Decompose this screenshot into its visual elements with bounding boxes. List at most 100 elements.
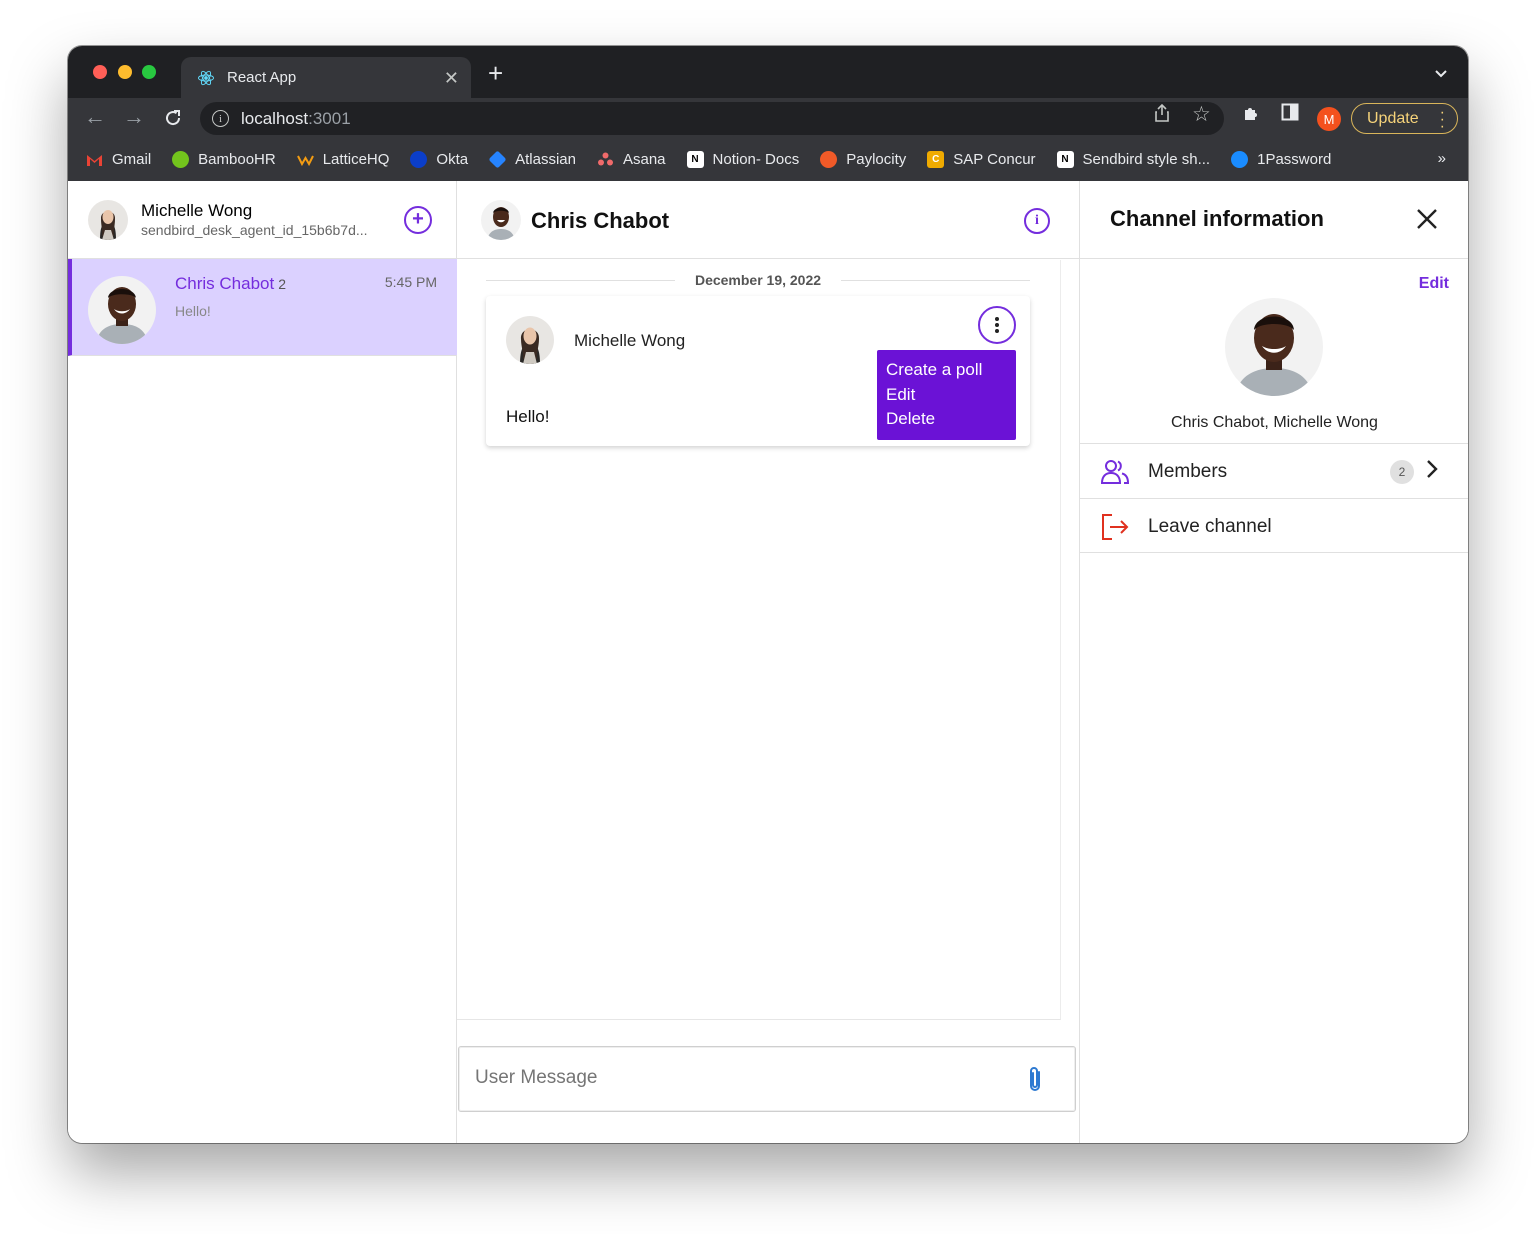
update-label: Update	[1367, 109, 1419, 127]
maximize-window-button[interactable]	[142, 65, 156, 79]
bookmark-label: Gmail	[112, 151, 152, 168]
bamboohr-icon	[172, 151, 190, 168]
dot	[995, 323, 999, 327]
edit-channel-link[interactable]: Edit	[1419, 275, 1449, 293]
bookmark-bamboohr[interactable]: BambooHR	[172, 151, 276, 168]
bookmark-sendbird-style-sh[interactable]: N Sendbird style sh...	[1056, 151, 1211, 168]
channel-avatar	[88, 276, 156, 344]
channel-name-text: Chris Chabot	[175, 274, 275, 293]
bookmark-asana[interactable]: Asana	[597, 151, 666, 168]
close-tab-icon[interactable]: ✕	[444, 68, 459, 89]
message-more-button[interactable]	[978, 306, 1016, 344]
bookmark-notion-docs[interactable]: N Notion- Docs	[686, 151, 800, 168]
bookmark-label: Atlassian	[515, 151, 576, 168]
bookmark-gmail[interactable]: Gmail	[86, 151, 151, 168]
atlassian-icon	[488, 150, 507, 169]
bookmark-atlassian[interactable]: Atlassian	[488, 150, 576, 169]
bookmark-latticehq[interactable]: LatticeHQ	[296, 151, 390, 168]
bookmark-label: Notion- Docs	[712, 151, 800, 168]
attachment-icon[interactable]	[1025, 1065, 1047, 1095]
channel-list-panel: Michelle Wong sendbird_desk_agent_id_15b…	[68, 181, 457, 1143]
forward-icon[interactable]: →	[122, 106, 146, 130]
members-row[interactable]: Members 2	[1080, 443, 1468, 498]
current-user-name: Michelle Wong	[141, 201, 253, 220]
back-icon[interactable]: ←	[83, 106, 107, 130]
bookmark-1password[interactable]: 1Password	[1231, 151, 1331, 168]
gmail-icon	[86, 151, 103, 168]
tab-search-icon[interactable]	[1434, 66, 1448, 84]
url-host: localhost	[241, 108, 309, 128]
tab-title: React App	[227, 69, 297, 86]
members-count-badge: 2	[1390, 460, 1414, 484]
bookmark-label: BambooHR	[198, 151, 276, 168]
browser-tab[interactable]: React App ✕	[181, 57, 471, 98]
separator-line	[841, 279, 1030, 281]
close-icon[interactable]	[1416, 203, 1438, 236]
new-tab-button[interactable]: +	[488, 60, 503, 86]
bookmark-sap-concur[interactable]: C SAP Concur	[927, 151, 1036, 168]
bookmark-label: SAP Concur	[953, 151, 1036, 168]
minimize-window-button[interactable]	[118, 65, 132, 79]
asana-icon	[597, 151, 614, 168]
chevron-right-icon	[1426, 459, 1438, 485]
okta-icon	[410, 151, 428, 168]
leave-channel-label: Leave channel	[1148, 516, 1272, 537]
sender-avatar	[506, 316, 554, 364]
channel-info-panel: Channel information Edit Chris Chabot, M…	[1079, 181, 1468, 1143]
menu-item-delete[interactable]: Delete	[886, 408, 1016, 433]
bookmark-label: Asana	[622, 151, 666, 168]
channel-last-message: Hello!	[175, 303, 211, 319]
paylocity-icon	[820, 151, 838, 168]
bookmark-label: LatticeHQ	[322, 151, 390, 168]
extensions-icon[interactable]	[1241, 103, 1261, 128]
conversation-panel: Chris Chabot i December 19, 2022 Michell…	[457, 181, 1079, 1143]
bookmark-label: Sendbird style sh...	[1082, 151, 1211, 168]
current-user-avatar[interactable]	[88, 200, 128, 240]
update-button[interactable]: Update · · ·	[1351, 103, 1458, 135]
channel-member-names: Chris Chabot, Michelle Wong	[1171, 414, 1378, 431]
share-icon[interactable]	[1154, 103, 1170, 128]
close-window-button[interactable]	[93, 65, 107, 79]
bookmark-label: Okta	[436, 151, 469, 168]
leave-channel-row[interactable]: Leave channel	[1080, 498, 1468, 553]
bookmark-label: 1Password	[1257, 151, 1332, 168]
bookmark-label: Paylocity	[846, 151, 907, 168]
message-sender: Michelle Wong	[574, 331, 686, 350]
channel-info-avatar	[1225, 298, 1323, 396]
create-channel-button[interactable]: +	[404, 206, 432, 234]
channel-info-header: Channel information	[1080, 181, 1468, 259]
channel-info-button[interactable]: i	[1024, 208, 1050, 234]
side-panel-icon[interactable]	[1281, 103, 1299, 126]
bookmark-star-icon[interactable]: ☆	[1192, 102, 1211, 127]
bookmark-paylocity[interactable]: Paylocity	[820, 151, 906, 168]
members-label: Members	[1148, 461, 1228, 482]
message-context-menu: Create a poll Edit Delete	[877, 350, 1016, 440]
menu-item-create-poll[interactable]: Create a poll	[886, 359, 1016, 384]
channel-list-item[interactable]: Chris Chabot 2 5:45 PM Hello!	[68, 259, 457, 356]
message-input[interactable]	[475, 1067, 995, 1089]
lattice-icon	[296, 151, 314, 168]
bookmarks-overflow-button[interactable]: »	[1438, 150, 1446, 167]
notion-icon: N	[686, 151, 704, 168]
message-list: December 19, 2022 Michelle Wong Hello! C…	[457, 260, 1061, 1020]
channel-last-time: 5:45 PM	[384, 274, 437, 290]
date-separator: December 19, 2022	[486, 270, 1030, 290]
channel-list-header: Michelle Wong sendbird_desk_agent_id_15b…	[68, 181, 456, 259]
reload-icon[interactable]	[161, 106, 185, 130]
separator-line	[486, 279, 675, 281]
leave-icon	[1100, 512, 1130, 542]
bookmark-okta[interactable]: Okta	[410, 151, 468, 168]
site-info-icon[interactable]: i	[212, 110, 229, 127]
sap-concur-icon: C	[927, 151, 945, 168]
menu-item-edit[interactable]: Edit	[886, 384, 1016, 409]
profile-avatar[interactable]: M	[1317, 107, 1341, 131]
current-user-id: sendbird_desk_agent_id_15b6b7d...	[141, 222, 368, 238]
notion-icon: N	[1056, 151, 1074, 168]
address-bar[interactable]: i localhost:3001	[200, 102, 1224, 135]
1password-icon	[1231, 151, 1249, 168]
members-icon	[1100, 457, 1130, 487]
conversation-header: Chris Chabot i	[457, 181, 1079, 259]
browser-window: React App ✕ + ← → i localhost:3001 ☆ M U…	[68, 46, 1468, 1143]
channel-member-count: 2	[278, 276, 287, 292]
message-text: Hello!	[506, 407, 550, 426]
